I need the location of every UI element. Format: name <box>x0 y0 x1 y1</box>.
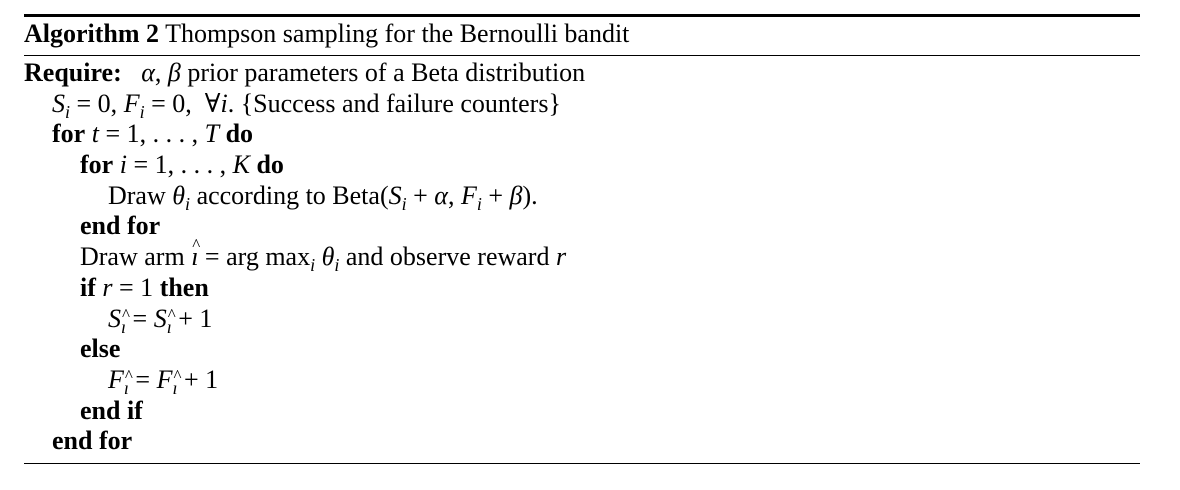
draw-arm-prefix: Draw arm <box>80 242 192 272</box>
line-failure-update: Fı = Fı + 1 <box>24 361 1140 398</box>
math-r-eq-1: r = 1 <box>102 272 154 302</box>
line-require: Require: α, β prior parameters of a Beta… <box>24 58 1140 89</box>
line-end-for-outer: end for <box>24 426 1140 457</box>
keyword-then: then <box>159 272 209 302</box>
math-s-update: Sı = Sı + 1 <box>108 300 212 337</box>
algorithm-body: Require: α, β prior parameters of a Beta… <box>24 56 1140 463</box>
keyword-end-for: end for <box>52 426 133 456</box>
line-success-update: Sı = Sı + 1 <box>24 300 1140 337</box>
require-text: prior parameters of a Beta distribution <box>180 58 586 87</box>
keyword-require: Require: <box>24 58 122 87</box>
init-comment: {Success and failure counters} <box>240 88 561 118</box>
math-t-range: t = 1, . . . , T <box>91 119 220 149</box>
keyword-for: for <box>80 150 114 180</box>
math-r: r <box>555 242 567 272</box>
math-theta-i: θi <box>172 180 191 214</box>
algorithm-block: Algorithm 2 Thompson sampling for the Be… <box>24 14 1140 464</box>
math-alpha-beta: α, β <box>141 58 181 87</box>
draw-arm-suffix: and observe reward <box>339 242 556 272</box>
keyword-do: do <box>225 119 254 149</box>
algorithm-caption: Algorithm 2 Thompson sampling for the Be… <box>24 17 1140 55</box>
math-beta-args: (Si + α, Fi + β). <box>379 180 538 214</box>
line-if: if r = 1 then <box>24 273 1140 304</box>
keyword-end-if: end if <box>80 395 143 425</box>
keyword-do: do <box>256 150 284 180</box>
line-draw-arm: Draw arm ı = arg maxi θi and observe rew… <box>24 230 1140 275</box>
math-init: Si = 0, Fi = 0, ∀i. <box>52 88 241 122</box>
algorithm-title: Thompson sampling for the Bernoulli band… <box>165 19 630 48</box>
keyword-for: for <box>52 119 86 149</box>
math-i-range: i = 1, . . . , K <box>119 150 250 180</box>
line-else: else <box>24 334 1140 365</box>
draw-theta-mid: according to Beta <box>190 180 380 210</box>
line-init: Si = 0, Fi = 0, ∀i. {Success and failure… <box>24 88 1140 122</box>
bottom-rule <box>24 462 1140 464</box>
line-for-i: for i = 1, . . . , K do <box>24 150 1140 181</box>
line-draw-theta: Draw θi according to Beta(Si + α, Fi + β… <box>24 180 1140 214</box>
math-f-update: Fı = Fı + 1 <box>108 361 218 398</box>
keyword-if: if <box>80 272 96 302</box>
keyword-else: else <box>80 334 121 364</box>
line-for-t: for t = 1, . . . , T do <box>24 119 1140 150</box>
line-end-if: end if <box>24 396 1140 427</box>
algorithm-label: Algorithm 2 <box>24 19 160 48</box>
draw-theta-prefix: Draw <box>108 180 173 210</box>
keyword-end-for: end for <box>80 211 161 241</box>
math-argmax: ı = arg maxi θi <box>191 230 339 275</box>
